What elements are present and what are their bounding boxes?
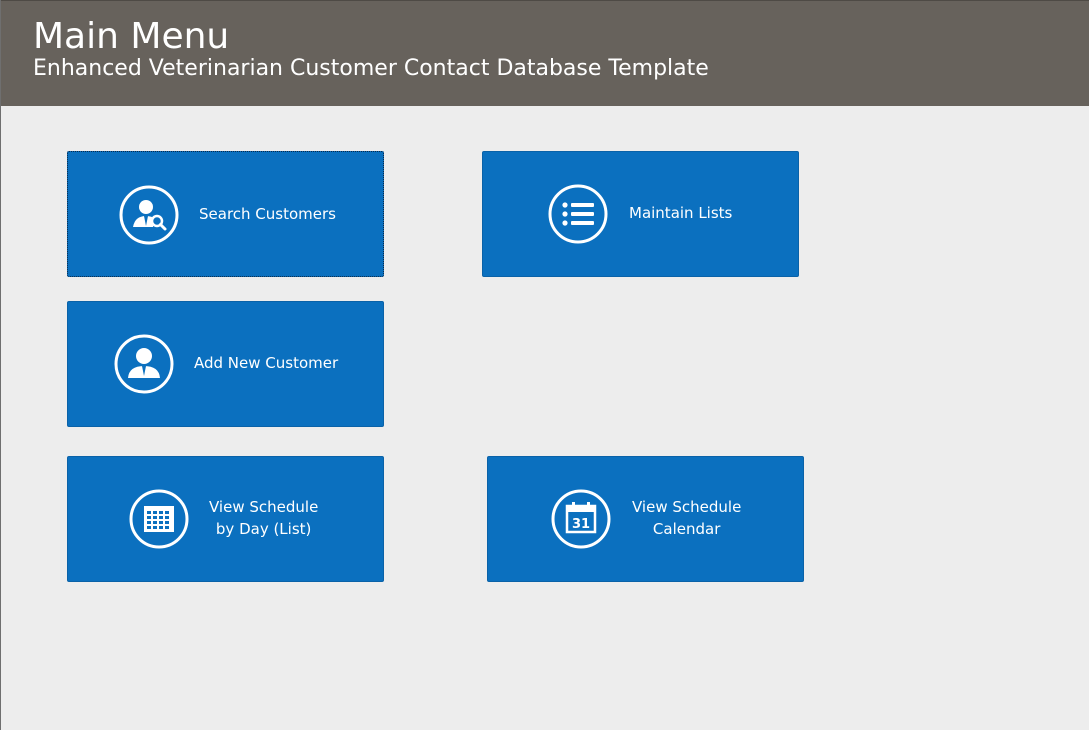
page-subtitle: Enhanced Veterinarian Customer Contact D… xyxy=(33,56,709,81)
add-new-customer-button[interactable]: Add New Customer xyxy=(67,301,384,427)
calendar-grid-icon xyxy=(129,489,189,549)
search-customers-button[interactable]: Search Customers xyxy=(67,151,384,277)
view-schedule-by-day-label-line1: View Schedule xyxy=(209,498,319,516)
main-menu-window: Main Menu Enhanced Veterinarian Customer… xyxy=(0,0,1089,730)
view-schedule-calendar-button[interactable]: 31 View Schedule Calendar xyxy=(487,456,804,582)
search-customers-label: Search Customers xyxy=(199,205,336,223)
view-schedule-calendar-label-line2: Calendar xyxy=(652,520,721,538)
maintain-lists-label: Maintain Lists xyxy=(629,204,733,222)
page-title: Main Menu xyxy=(33,16,230,57)
header-bar: Main Menu Enhanced Veterinarian Customer… xyxy=(1,0,1089,106)
view-schedule-calendar-label: View Schedule Calendar xyxy=(632,496,741,540)
view-schedule-calendar-label-line1: View Schedule xyxy=(632,498,742,516)
user-search-icon xyxy=(119,185,179,245)
view-schedule-by-day-label-line2: by Day (List) xyxy=(215,520,312,538)
view-schedule-by-day-button[interactable]: View Schedule by Day (List) xyxy=(67,456,384,582)
calendar-31-icon: 31 xyxy=(551,489,611,549)
user-icon xyxy=(114,334,174,394)
add-new-customer-label: Add New Customer xyxy=(194,354,339,372)
svg-text:31: 31 xyxy=(572,517,590,532)
list-icon xyxy=(548,184,608,244)
maintain-lists-button[interactable]: Maintain Lists xyxy=(482,151,799,277)
view-schedule-by-day-label: View Schedule by Day (List) xyxy=(209,496,318,540)
